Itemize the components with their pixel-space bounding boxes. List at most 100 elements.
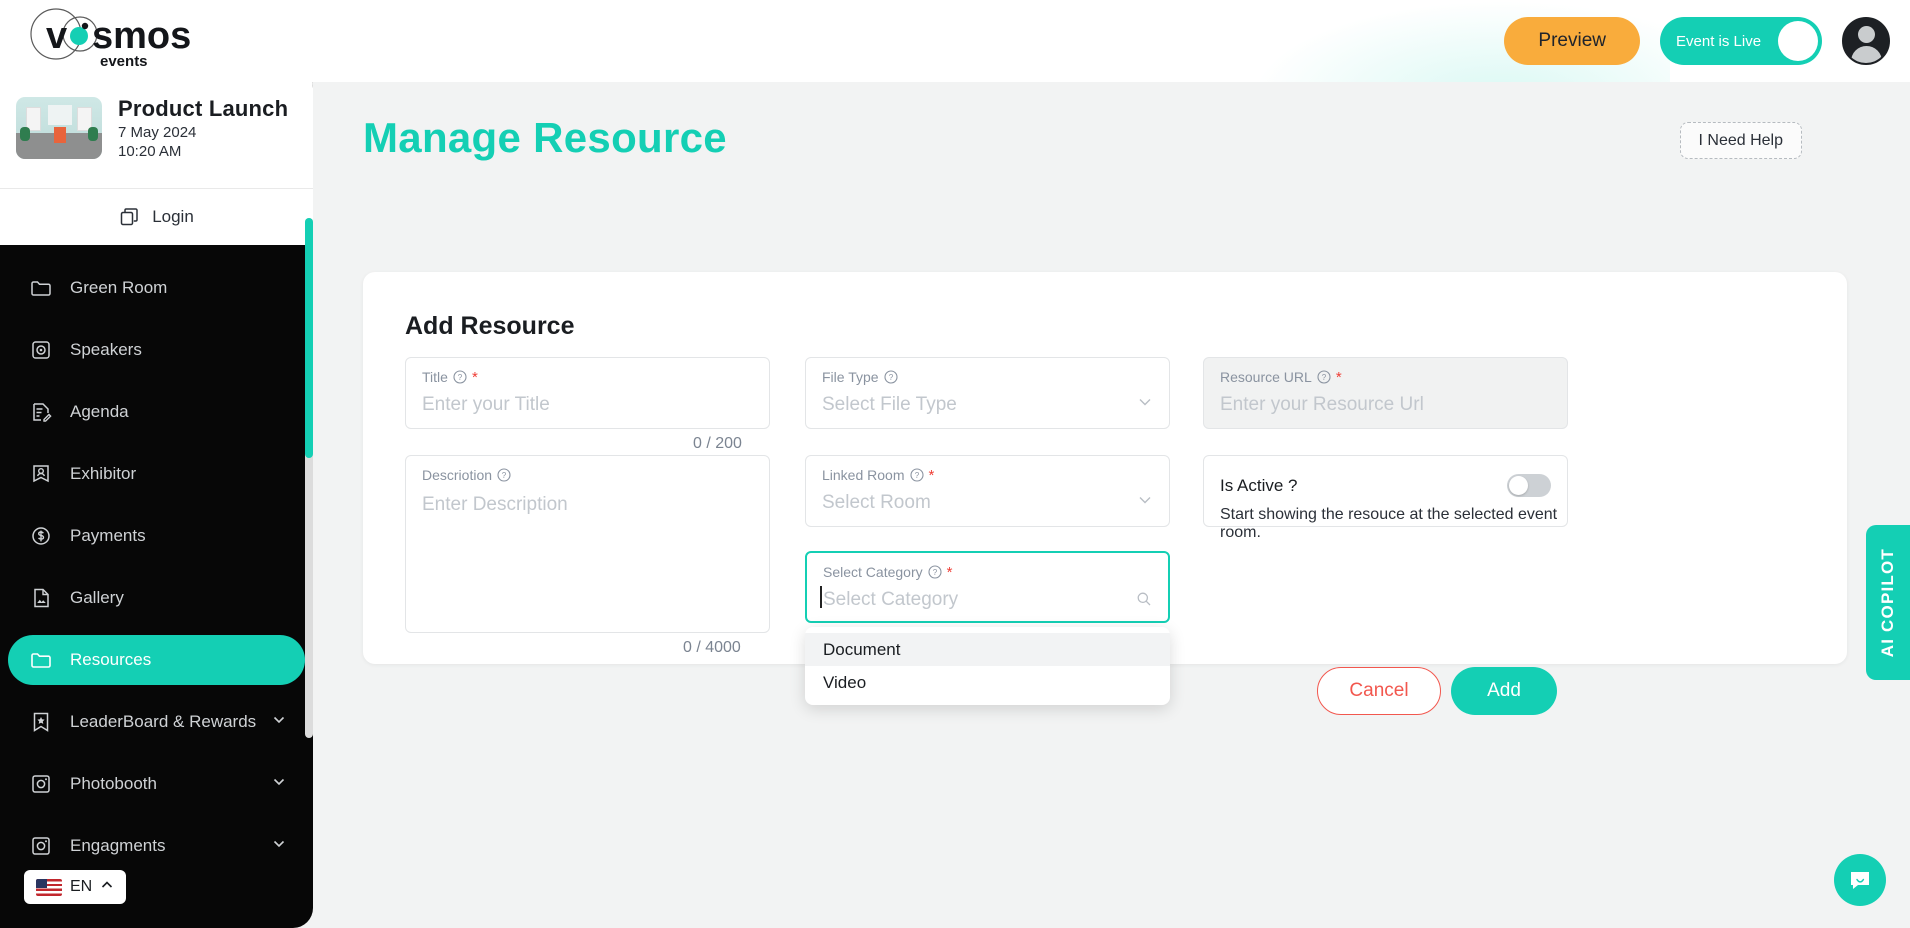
description-field[interactable]: Descriotion ? Enter Description (405, 455, 770, 633)
sidebar-item-label: Engagments (70, 836, 166, 855)
category-dropdown: Document Video (805, 627, 1170, 705)
description-input-placeholder: Enter Description (422, 494, 568, 515)
sidebar-item-photobooth[interactable]: Photobooth (8, 759, 305, 809)
sidebar-item-payments[interactable]: Payments (8, 511, 305, 561)
camera-icon (30, 835, 56, 857)
app-root: v smos events Preview Event is Live Prod… (0, 0, 1910, 928)
payments-icon (30, 525, 56, 547)
chat-bubble-icon (1851, 872, 1869, 889)
title-field-label: Title ? * (422, 368, 478, 386)
toggle-knob (1509, 476, 1528, 495)
folder-icon (30, 277, 56, 299)
svg-text:?: ? (1322, 373, 1327, 382)
file-type-select[interactable]: File Type ? Select File Type (805, 357, 1170, 429)
event-live-toggle[interactable]: Event is Live (1660, 17, 1822, 65)
sidebar-item-resources[interactable]: Resources (8, 635, 305, 685)
chevron-up-icon (100, 878, 114, 897)
login-button[interactable]: Login (0, 188, 313, 245)
file-type-placeholder: Select File Type (822, 394, 957, 415)
text-cursor (820, 586, 822, 608)
sidebar-item-label: Agenda (70, 402, 129, 421)
title-input-placeholder: Enter your Title (422, 394, 550, 415)
toggle-knob (1778, 21, 1818, 61)
main-content: Manage Resource I Need Help Add Resource… (313, 82, 1910, 928)
sidebar-item-label: Green Room (70, 278, 168, 297)
help-icon[interactable]: ? (883, 370, 898, 384)
us-flag-icon (36, 878, 62, 896)
sidebar-item-speakers[interactable]: Speakers (8, 325, 305, 375)
sidebar-item-exhibitor[interactable]: Exhibitor (8, 449, 305, 499)
sidebar-item-green-room[interactable]: Green Room (8, 263, 305, 313)
svg-text:v: v (46, 15, 67, 57)
event-time: 10:20 AM (118, 143, 182, 160)
speaker-icon (30, 339, 56, 361)
cancel-button[interactable]: Cancel (1317, 667, 1441, 715)
exhibitor-icon (30, 463, 56, 485)
help-icon[interactable]: ? (909, 468, 924, 482)
add-resource-card: Add Resource Title ? * Enter your Title … (363, 272, 1847, 715)
linked-room-placeholder: Select Room (822, 492, 931, 513)
i-need-help-button[interactable]: I Need Help (1679, 122, 1802, 159)
gallery-icon (30, 587, 56, 609)
page-title: Manage Resource (363, 114, 727, 161)
file-type-label: File Type ? (822, 369, 898, 385)
linked-room-label: Linked Room ? * (822, 466, 935, 484)
is-active-toggle[interactable] (1507, 474, 1551, 497)
is-active-description: Start showing the resouce at the selecte… (1220, 506, 1558, 541)
title-field[interactable]: Title ? * Enter your Title (405, 357, 770, 429)
sidebar-item-label: Exhibitor (70, 464, 137, 483)
linked-room-select[interactable]: Linked Room ? * Select Room (805, 455, 1170, 527)
svg-text:?: ? (888, 373, 893, 382)
avatar[interactable] (1842, 17, 1890, 65)
svg-text:?: ? (502, 471, 507, 480)
ai-copilot-label: AI COPILOT (1878, 547, 1897, 658)
sidebar-scrollbar-thumb[interactable] (305, 218, 313, 458)
form-heading: Add Resource (405, 312, 575, 340)
sidebar-item-label: Gallery (70, 588, 124, 607)
login-label: Login (152, 207, 194, 226)
chat-launcher-button[interactable] (1834, 854, 1886, 906)
agenda-icon (30, 401, 56, 423)
language-selector[interactable]: EN (24, 870, 127, 904)
category-option-video[interactable]: Video (805, 666, 1170, 699)
resource-url-field[interactable]: Resource URL ? * Enter your Resource Url (1203, 357, 1568, 429)
chevron-down-icon (271, 712, 287, 733)
sidebar-item-label: Photobooth (70, 774, 157, 793)
sidebar-item-gallery[interactable]: Gallery (8, 573, 305, 623)
is-active-row: Is Active ? (1220, 474, 1551, 497)
select-category-input[interactable]: Select Category ? * Select Category (805, 551, 1170, 623)
svg-text:events: events (100, 53, 148, 70)
sidebar-item-leaderboard-rewards[interactable]: LeaderBoard & Rewards (8, 697, 305, 747)
event-meta: Product Launch 7 May 2024 10:20 AM (118, 96, 288, 160)
preview-button[interactable]: Preview (1504, 17, 1640, 65)
sidebar-item-agenda[interactable]: Agenda (8, 387, 305, 437)
category-option-document[interactable]: Document (805, 633, 1170, 666)
search-icon (1136, 591, 1152, 612)
sidebar-item-engagments[interactable]: Engagments (8, 821, 305, 871)
sidebar-item-label: Payments (70, 526, 146, 545)
bookmark-star-icon (30, 711, 56, 733)
sidebar-nav: Green Room Speakers Agenda Exhibitor Pay… (0, 245, 313, 871)
svg-text:?: ? (458, 373, 463, 382)
help-icon[interactable]: ? (1317, 370, 1331, 384)
svg-text:?: ? (914, 471, 919, 480)
event-thumbnail (16, 97, 102, 159)
ai-copilot-tab[interactable]: AI COPILOT (1866, 525, 1910, 680)
sidebar-item-label: Resources (70, 650, 152, 669)
is-active-panel: Is Active ? Start showing the resouce at… (1203, 455, 1568, 541)
help-icon[interactable]: ? (497, 468, 511, 482)
resource-url-label: Resource URL ? * (1220, 368, 1342, 386)
help-icon[interactable]: ? (928, 565, 942, 579)
required-asterisk: * (928, 466, 935, 484)
required-asterisk: * (1335, 368, 1342, 386)
event-title: Product Launch (118, 96, 289, 121)
copy-icon (120, 208, 138, 226)
topbar-actions: Preview Event is Live (1504, 0, 1890, 82)
event-card[interactable]: Product Launch 7 May 2024 10:20 AM (0, 68, 313, 188)
event-date: 7 May 2024 (118, 124, 197, 141)
chevron-down-icon (1137, 394, 1153, 415)
title-counter: 0 / 200 (693, 435, 742, 452)
vosmos-logo[interactable]: v smos events (22, 8, 222, 74)
add-button[interactable]: Add (1451, 667, 1557, 715)
help-icon[interactable]: ? (453, 370, 467, 384)
